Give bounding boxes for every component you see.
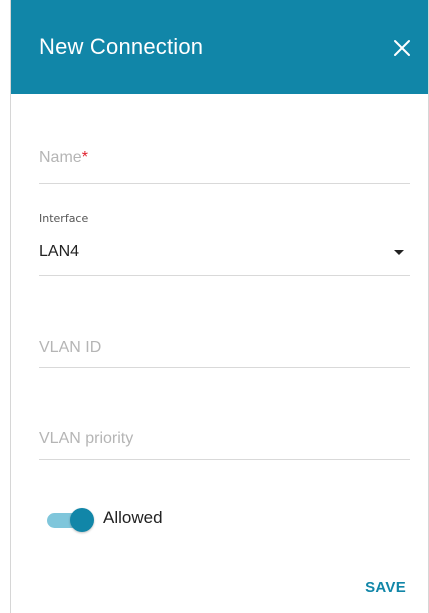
toggle-knob bbox=[70, 508, 94, 532]
dialog-title: New Connection bbox=[39, 34, 204, 59]
caret-down-icon[interactable] bbox=[394, 250, 404, 255]
name-underline bbox=[39, 183, 410, 184]
vlan-priority-placeholder: VLAN priority bbox=[39, 430, 134, 447]
save-button[interactable]: SAVE bbox=[365, 579, 406, 596]
dialog-header: New Connection bbox=[11, 0, 428, 94]
name-placeholder-text: Name bbox=[39, 149, 82, 166]
interface-select[interactable]: Interface LAN4 bbox=[39, 212, 410, 276]
vlan-id-placeholder: VLAN ID bbox=[39, 339, 102, 356]
name-field[interactable]: Name* bbox=[39, 140, 410, 184]
allowed-label: Allowed bbox=[103, 508, 163, 527]
interface-label: Interface bbox=[39, 212, 89, 225]
vlan-priority-underline bbox=[39, 459, 410, 460]
vlan-priority-field[interactable]: VLAN priority bbox=[39, 421, 410, 460]
vlan-id-field[interactable]: VLAN ID bbox=[39, 330, 410, 368]
required-marker: * bbox=[81, 149, 88, 166]
close-icon[interactable] bbox=[392, 38, 412, 58]
interface-underline bbox=[39, 275, 410, 276]
name-placeholder: Name* bbox=[39, 149, 88, 167]
allowed-toggle[interactable] bbox=[47, 508, 97, 532]
interface-selected-value: LAN4 bbox=[39, 243, 80, 260]
vlan-id-underline bbox=[39, 367, 410, 368]
new-connection-dialog: New Connection Name* Interface LAN4 VLAN… bbox=[10, 0, 429, 613]
